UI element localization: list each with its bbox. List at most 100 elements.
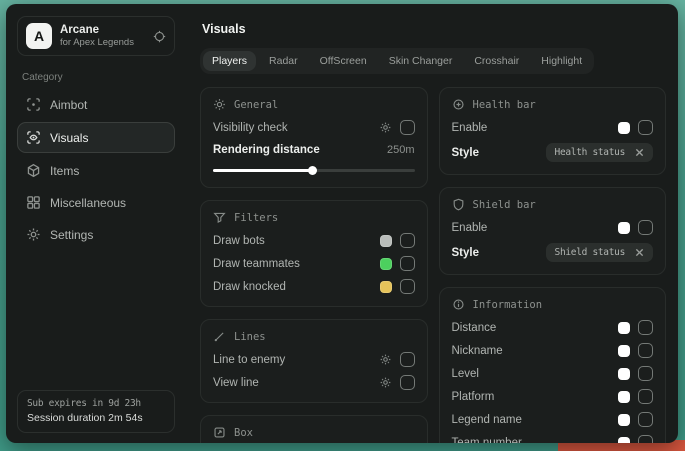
- color-swatch[interactable]: [618, 437, 630, 444]
- shield-enable-checkbox[interactable]: [638, 220, 653, 235]
- health-icon: [452, 98, 465, 111]
- main-content: Visuals Players Radar OffScreen Skin Cha…: [186, 4, 678, 443]
- sun-icon: [213, 98, 226, 111]
- app-window: A Arcane for Apex Legends Category: [6, 4, 678, 443]
- sidebar-item-label: Aimbot: [50, 98, 87, 112]
- visibility-check-checkbox[interactable]: [400, 120, 415, 135]
- selected-option: Health status: [555, 147, 625, 158]
- settings-gear-icon[interactable]: [379, 376, 392, 389]
- level-row: Level: [452, 362, 654, 385]
- panel-filters: Filters Draw bots Draw teammates: [200, 200, 428, 307]
- row-label: Style: [452, 147, 480, 159]
- legend-name-checkbox[interactable]: [638, 412, 653, 427]
- platform-checkbox[interactable]: [638, 389, 653, 404]
- cube-icon: [26, 163, 41, 178]
- gear-icon: [26, 227, 41, 242]
- app-logo: A: [26, 23, 52, 49]
- app-logo-card: A Arcane for Apex Legends: [17, 16, 175, 56]
- tab-offscreen[interactable]: OffScreen: [311, 51, 376, 71]
- color-swatch[interactable]: [618, 345, 630, 357]
- line-to-enemy-checkbox[interactable]: [400, 352, 415, 367]
- tab-skin-changer[interactable]: Skin Changer: [380, 51, 462, 71]
- draw-knocked-checkbox[interactable]: [400, 279, 415, 294]
- legend-name-row: Legend name: [452, 408, 654, 431]
- row-label: Enable: [452, 222, 488, 234]
- panel-title: Shield bar: [473, 199, 536, 211]
- settings-gear-icon[interactable]: [379, 121, 392, 134]
- tab-bar: Players Radar OffScreen Skin Changer Cro…: [200, 48, 594, 74]
- subscription-info-card: Sub expires in 9d 23h Session duration 2…: [17, 390, 175, 433]
- rendering-distance-slider[interactable]: [213, 166, 415, 175]
- draw-bots-row: Draw bots: [213, 229, 415, 252]
- row-label: Style: [452, 247, 480, 259]
- settings-gear-icon[interactable]: [379, 353, 392, 366]
- team-number-checkbox[interactable]: [638, 435, 653, 443]
- row-label: View line: [213, 377, 259, 389]
- color-swatch[interactable]: [380, 281, 392, 293]
- shield-icon: [452, 198, 465, 211]
- panel-shield-bar: Shield bar Enable Style Shield status: [439, 187, 667, 275]
- app-subtitle: for Apex Legends: [60, 37, 134, 49]
- color-swatch[interactable]: [380, 235, 392, 247]
- slider-fill: [213, 169, 312, 172]
- distance-checkbox[interactable]: [638, 320, 653, 335]
- row-label: Draw teammates: [213, 258, 300, 270]
- sidebar-item-visuals[interactable]: Visuals: [17, 122, 175, 153]
- level-checkbox[interactable]: [638, 366, 653, 381]
- close-icon[interactable]: [635, 148, 644, 157]
- color-swatch[interactable]: [618, 414, 630, 426]
- tab-highlight[interactable]: Highlight: [532, 51, 591, 71]
- tab-players[interactable]: Players: [203, 51, 256, 71]
- color-swatch[interactable]: [618, 222, 630, 234]
- sidebar: A Arcane for Apex Legends Category: [6, 4, 186, 443]
- box-edit-icon: [213, 426, 226, 439]
- color-swatch[interactable]: [618, 122, 630, 134]
- eye-scan-icon: [26, 130, 41, 145]
- sidebar-item-miscellaneous[interactable]: Miscellaneous: [17, 188, 175, 217]
- panel-title: Information: [473, 299, 543, 311]
- tab-radar[interactable]: Radar: [260, 51, 307, 71]
- sub-expires-text: Sub expires in 9d 23h: [27, 398, 165, 409]
- health-enable-row: Enable: [452, 116, 654, 139]
- draw-teammates-checkbox[interactable]: [400, 256, 415, 271]
- health-style-select[interactable]: Health status: [546, 143, 653, 162]
- color-swatch[interactable]: [618, 322, 630, 334]
- close-icon[interactable]: [635, 248, 644, 257]
- team-number-row: Team number: [452, 431, 654, 443]
- row-label: Visibility check: [213, 122, 288, 134]
- panel-title: Lines: [234, 331, 266, 343]
- sidebar-item-items[interactable]: Items: [17, 156, 175, 185]
- draw-bots-checkbox[interactable]: [400, 233, 415, 248]
- sidebar-item-label: Visuals: [50, 131, 88, 145]
- shield-style-select[interactable]: Shield status: [546, 243, 653, 262]
- view-line-checkbox[interactable]: [400, 375, 415, 390]
- tab-crosshair[interactable]: Crosshair: [465, 51, 528, 71]
- distance-row: Distance: [452, 316, 654, 339]
- info-icon: [452, 298, 465, 311]
- nickname-row: Nickname: [452, 339, 654, 362]
- panel-health-bar: Health bar Enable Style Health status: [439, 87, 667, 175]
- panel-columns: General Visibility check: [200, 87, 666, 443]
- nickname-checkbox[interactable]: [638, 343, 653, 358]
- panel-general: General Visibility check: [200, 87, 428, 188]
- color-swatch[interactable]: [380, 258, 392, 270]
- draw-teammates-row: Draw teammates: [213, 252, 415, 275]
- row-label: Legend name: [452, 414, 522, 426]
- draw-knocked-row: Draw knocked: [213, 275, 415, 298]
- health-enable-checkbox[interactable]: [638, 120, 653, 135]
- slider-thumb[interactable]: [308, 166, 317, 175]
- page-title: Visuals: [202, 22, 666, 36]
- left-column: General Visibility check: [200, 87, 428, 443]
- sidebar-item-aimbot[interactable]: Aimbot: [17, 90, 175, 119]
- color-swatch[interactable]: [618, 368, 630, 380]
- selected-option: Shield status: [555, 247, 625, 258]
- row-label: Level: [452, 368, 480, 380]
- target-icon[interactable]: [153, 30, 166, 43]
- panel-information: Information Distance Nickname: [439, 287, 667, 443]
- sidebar-item-settings[interactable]: Settings: [17, 220, 175, 249]
- app-name: Arcane: [60, 23, 134, 37]
- crosshair-icon: [26, 97, 41, 112]
- panel-title: Health bar: [473, 99, 536, 111]
- row-label: Enable: [452, 122, 488, 134]
- color-swatch[interactable]: [618, 391, 630, 403]
